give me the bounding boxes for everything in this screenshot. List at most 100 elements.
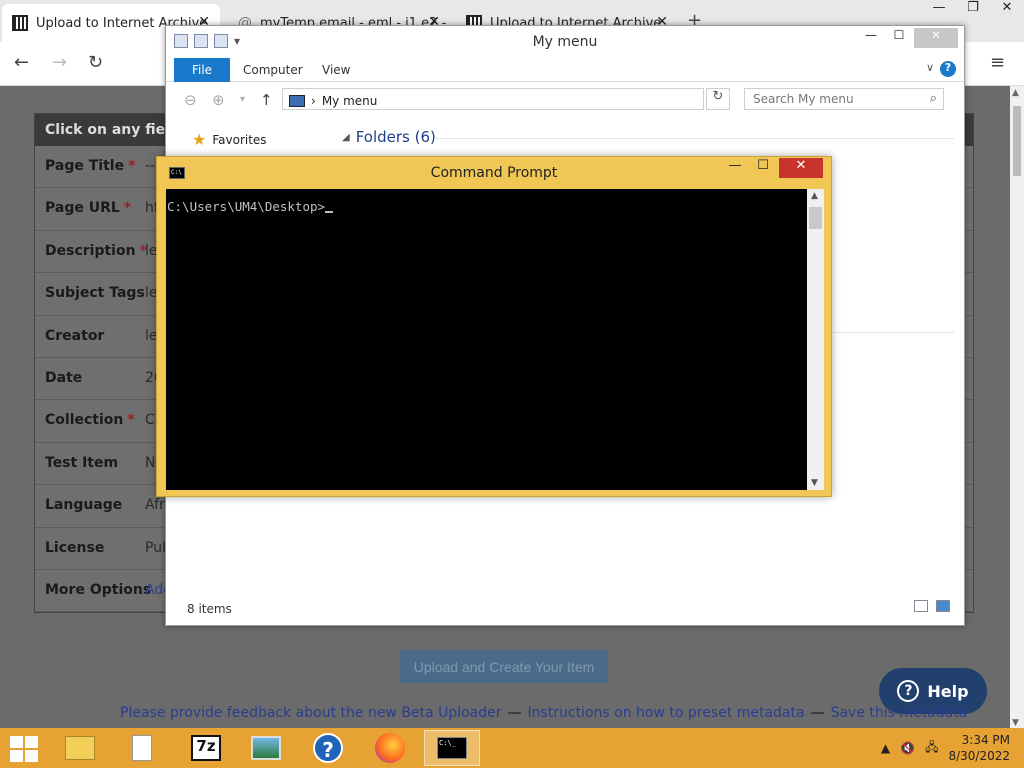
scroll-up-icon[interactable]: ▲ <box>811 191 818 201</box>
breadcrumb[interactable]: My menu <box>322 94 378 108</box>
field-label-text: Collection <box>45 412 124 429</box>
back-arrow-icon[interactable]: ← <box>14 52 29 73</box>
forward-arrow-icon[interactable]: → <box>52 52 67 73</box>
upload-button[interactable]: Upload and Create Your Item <box>400 650 608 683</box>
field-label: Subject Tags <box>45 285 145 301</box>
archive-icon <box>12 15 28 31</box>
taskbar-7zip[interactable]: 7z <box>178 730 234 766</box>
back-arrow-icon[interactable]: ⊖ <box>184 91 197 109</box>
search-input[interactable]: Search My menu ⌕ <box>744 88 944 110</box>
minimize-icon[interactable]: — <box>858 28 884 48</box>
folders-header-label: Folders (6) <box>355 128 436 146</box>
folder-icon <box>65 736 95 760</box>
up-arrow-icon[interactable]: ↑ <box>260 91 273 109</box>
close-icon[interactable]: ✕ <box>990 0 1024 22</box>
collapse-triangle-icon[interactable]: ◢ <box>342 132 350 143</box>
text-cursor <box>325 211 334 213</box>
maximize-icon[interactable]: ☐ <box>886 28 912 48</box>
start-button[interactable] <box>10 736 38 762</box>
scroll-up-icon[interactable]: ▲ <box>1012 88 1019 98</box>
network-icon[interactable]: 🖧 <box>925 738 938 759</box>
cmd-title-bar[interactable]: C:\ Command Prompt — ☐ ✕ <box>157 157 831 189</box>
taskbar-firefox[interactable] <box>362 730 418 766</box>
clock[interactable]: 3:34 PM 8/30/2022 <box>948 732 1010 764</box>
field-label-text: Language <box>45 497 123 514</box>
restore-icon[interactable]: ❐ <box>956 0 990 22</box>
taskbar-photos[interactable] <box>238 730 294 766</box>
field-label: Test Item <box>45 455 118 471</box>
save-metadata-link[interactable]: Save this metadata <box>831 705 968 721</box>
address-box[interactable]: › My menu <box>282 88 704 110</box>
windows-logo-icon <box>25 750 38 762</box>
help-icon[interactable]: ? <box>940 61 956 77</box>
maximize-icon[interactable]: ☐ <box>751 158 775 178</box>
large-icons-view-icon[interactable] <box>936 600 950 612</box>
feedback-link[interactable]: Please provide feedback about the new Be… <box>120 705 502 721</box>
windows-logo-icon <box>25 736 38 748</box>
page-scrollbar[interactable]: ▲ ▼ <box>1010 86 1024 730</box>
scroll-thumb[interactable] <box>809 207 822 229</box>
clock-date: 8/30/2022 <box>948 749 1010 763</box>
field-label: More Options <box>45 582 151 598</box>
field-label: Creator <box>45 328 104 344</box>
explorer-title-bar[interactable]: ▾ My menu — ☐ ✕ <box>166 26 964 58</box>
breadcrumb-chevron-icon[interactable]: › <box>311 94 316 108</box>
show-hidden-icons-icon[interactable]: ▲ <box>881 741 890 755</box>
field-label-text: Page Title <box>45 158 125 174</box>
scroll-thumb[interactable] <box>1013 106 1021 176</box>
field-label: Page Title * <box>45 158 135 174</box>
cmd-window-controls: — ☐ ✕ <box>723 158 823 178</box>
console-scrollbar[interactable]: ▲ ▼ <box>807 189 824 490</box>
recent-chevron-icon[interactable]: ▾ <box>240 94 245 105</box>
refresh-icon[interactable]: ↻ <box>706 88 730 110</box>
divider <box>434 138 954 139</box>
help-icon: ? <box>313 733 343 763</box>
minimize-icon[interactable]: — <box>922 0 956 22</box>
star-icon: ★ <box>192 130 207 149</box>
ribbon-tab-view[interactable]: View <box>322 63 350 77</box>
console-text: C:\Users\UM4\Desktop> <box>167 199 334 214</box>
expand-ribbon-icon[interactable]: ∨ <box>926 61 934 74</box>
required-marker: * <box>128 158 136 174</box>
taskbar-help[interactable]: ? <box>300 730 356 766</box>
reload-icon[interactable]: ↻ <box>88 52 103 73</box>
field-label: Language <box>45 497 122 513</box>
close-icon[interactable]: ✕ <box>914 28 958 48</box>
picture-icon <box>251 736 281 760</box>
field-label-text: Page URL <box>45 200 120 217</box>
forward-arrow-icon[interactable]: ⊕ <box>212 91 225 109</box>
minimize-icon[interactable]: — <box>723 158 747 178</box>
instructions-link[interactable]: Instructions on how to preset metadata <box>528 705 805 721</box>
windows-logo-icon <box>10 736 23 748</box>
browser-window-controls: — ❐ ✕ <box>922 0 1024 22</box>
help-label: Help <box>927 681 969 701</box>
computer-icon <box>289 94 305 107</box>
search-placeholder: Search My menu <box>753 92 854 106</box>
footer-separator: — <box>507 705 522 721</box>
field-label: Page URL * <box>45 200 131 216</box>
ribbon-tab-file[interactable]: File <box>174 58 230 82</box>
explorer-window-controls: — ☐ ✕ <box>858 28 958 48</box>
scroll-down-icon[interactable]: ▼ <box>1012 718 1019 728</box>
taskbar-document[interactable] <box>114 730 170 766</box>
prompt-text: C:\Users\UM4\Desktop> <box>167 199 326 214</box>
footer-links: Please provide feedback about the new Be… <box>120 705 967 721</box>
help-icon: ? <box>897 680 920 702</box>
favorites-label: Favorites <box>212 132 267 147</box>
field-label-text: Description <box>45 242 136 259</box>
close-icon[interactable]: ✕ <box>779 158 823 178</box>
taskbar-file-explorer[interactable] <box>52 730 108 766</box>
taskbar-cmd[interactable]: C:\_ <box>424 730 480 766</box>
favorites-item[interactable]: ★ Favorites <box>192 130 267 149</box>
folders-group-header[interactable]: ◢ Folders (6) <box>342 128 436 146</box>
ribbon-tab-computer[interactable]: Computer <box>243 63 303 77</box>
speaker-muted-icon[interactable]: 🔇 <box>900 741 915 755</box>
explorer-title: My menu <box>532 34 598 50</box>
search-icon[interactable]: ⌕ <box>930 91 937 106</box>
scroll-down-icon[interactable]: ▼ <box>811 478 818 488</box>
required-marker: * <box>123 200 132 217</box>
field-label-text: License <box>45 539 105 556</box>
details-view-icon[interactable] <box>914 600 928 612</box>
menu-icon[interactable]: ≡ <box>990 52 1005 73</box>
console-area[interactable]: C:\Users\UM4\Desktop> ▲ ▼ <box>166 189 824 490</box>
